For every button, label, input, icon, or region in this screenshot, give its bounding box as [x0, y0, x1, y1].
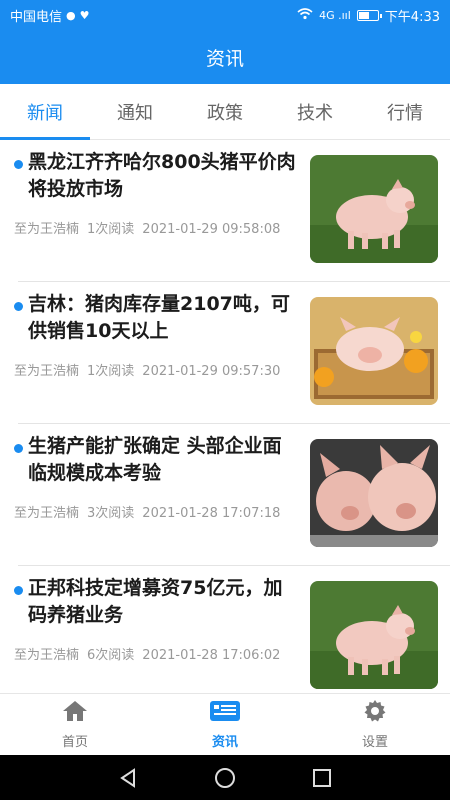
carrier-label: 中国电信 — [10, 9, 63, 25]
news-item[interactable]: 正邦科技定增募资75亿元，加码养猪业务 至为王浩楠 6次阅读 2021-01-28 … — [14, 566, 450, 693]
news-author: 至为王浩楠 — [14, 222, 80, 237]
news-title[interactable]: 生猪产能扩张确定 头部企业面临规模成本考验 — [28, 433, 296, 487]
nav-settings-label: 设置 — [361, 735, 388, 750]
page-title: 资讯 — [205, 47, 244, 70]
news-thumbnail[interactable] — [310, 581, 438, 689]
tab-technology[interactable]: 技术 — [270, 84, 360, 139]
back-icon[interactable] — [108, 758, 148, 798]
news-reads: 1次阅读 — [87, 364, 135, 379]
tab-policy[interactable]: 政策 — [180, 84, 270, 139]
battery-icon — [356, 9, 382, 21]
status-bar: 中国电信 ● ♥ 4G .ııl 下午4:33 — [0, 0, 450, 30]
news-meta: 至为王浩楠 1次阅读 2021-01-29 09:57:30 — [14, 360, 288, 379]
nav-home[interactable]: 首页 — [0, 694, 150, 755]
tab-notice[interactable]: 通知 — [90, 84, 180, 139]
news-thumbnail[interactable] — [310, 439, 438, 547]
news-title[interactable]: 正邦科技定增募资75亿元，加码养猪业务 — [28, 575, 296, 629]
bottom-nav: 首页 资讯 设置 — [0, 693, 450, 755]
nav-news-label: 资讯 — [211, 735, 238, 750]
news-date: 2021-01-28 17:07:18 — [142, 506, 281, 521]
bullet-dot — [14, 444, 23, 453]
signal-icon: 4G .ııl — [319, 8, 351, 22]
wifi-icon — [297, 8, 313, 22]
news-author: 至为王浩楠 — [14, 648, 80, 663]
news-meta: 至为王浩楠 1次阅读 2021-01-29 09:58:08 — [14, 218, 288, 237]
news-thumbnail[interactable] — [310, 155, 438, 263]
bullet-dot — [14, 302, 23, 311]
gear-icon — [363, 699, 387, 727]
news-reads: 1次阅读 — [87, 222, 135, 237]
news-item[interactable]: 吉林：猪肉库存量2107吨，可供销售10天以上 至为王浩楠 1次阅读 2021-01… — [14, 282, 450, 424]
news-date: 2021-01-29 09:58:08 — [142, 222, 281, 237]
bullet-dot — [14, 160, 23, 169]
clock: 下午4:33 — [384, 9, 440, 25]
tab-news[interactable]: 新闻 — [0, 84, 90, 140]
news-list: 黑龙江齐齐哈尔800头猪平价肉将投放市场 至为王浩楠 1次阅读 2021-01-29… — [0, 140, 450, 693]
news-item[interactable]: 黑龙江齐齐哈尔800头猪平价肉将投放市场 至为王浩楠 1次阅读 2021-01-29… — [14, 140, 450, 282]
tab-market[interactable]: 行情 — [360, 84, 450, 139]
home-circle-icon[interactable] — [205, 758, 245, 798]
news-thumbnail[interactable] — [310, 297, 438, 405]
home-icon — [61, 699, 89, 727]
news-date: 2021-01-29 09:57:30 — [142, 364, 281, 379]
category-tabs: 新闻 通知 政策 技术 行情 — [0, 84, 450, 140]
news-reads: 3次阅读 — [87, 506, 135, 521]
bullet-dot — [14, 586, 23, 595]
news-title[interactable]: 黑龙江齐齐哈尔800头猪平价肉将投放市场 — [28, 149, 296, 203]
news-item[interactable]: 生猪产能扩张确定 头部企业面临规模成本考验 至为王浩楠 3次阅读 2021-01-2… — [14, 424, 450, 566]
news-meta: 至为王浩楠 3次阅读 2021-01-28 17:07:18 — [14, 502, 288, 521]
notification-icon: ♥ — [79, 8, 90, 22]
news-icon — [209, 699, 241, 727]
nav-news[interactable]: 资讯 — [150, 694, 300, 755]
app-header: 资讯 — [0, 30, 450, 84]
news-title[interactable]: 吉林：猪肉库存量2107吨，可供销售10天以上 — [28, 291, 296, 345]
recents-icon[interactable] — [302, 758, 342, 798]
news-author: 至为王浩楠 — [14, 364, 80, 379]
news-meta: 至为王浩楠 6次阅读 2021-01-28 17:06:02 — [14, 644, 288, 663]
news-author: 至为王浩楠 — [14, 506, 80, 521]
system-nav-bar — [0, 755, 450, 800]
nav-settings[interactable]: 设置 — [300, 694, 450, 755]
news-date: 2021-01-28 17:06:02 — [142, 648, 281, 663]
nav-home-label: 首页 — [61, 735, 88, 750]
wechat-icon: ● — [66, 8, 76, 22]
news-reads: 6次阅读 — [87, 648, 135, 663]
